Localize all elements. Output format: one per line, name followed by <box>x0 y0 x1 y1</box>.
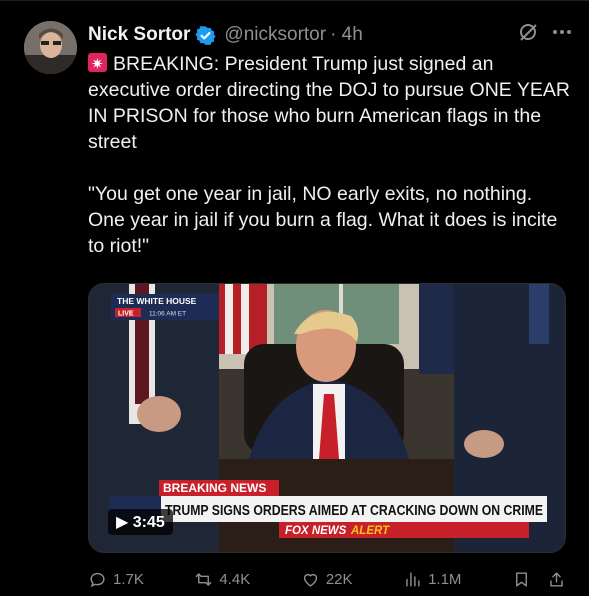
like-count: 22K <box>325 570 353 588</box>
views-count: 1.1M <box>428 570 462 588</box>
banner-alert: ALERT <box>350 525 390 537</box>
verified-icon <box>195 25 216 45</box>
reply-icon <box>90 572 105 587</box>
bookmark-icon <box>516 571 527 587</box>
repost-icon <box>196 572 212 586</box>
tweet-text: BREAKING: President Trump just signed an… <box>88 51 570 259</box>
bookmark-button[interactable] <box>512 570 531 589</box>
repost-count: 4.4K <box>219 570 251 588</box>
tweet-body: BREAKING: President Trump just signed an… <box>88 53 570 257</box>
repost-button[interactable]: 4.4K <box>194 570 250 589</box>
siren-icon <box>88 52 107 78</box>
views-icon <box>406 571 420 587</box>
author-name[interactable]: Nick Sortor <box>88 24 190 46</box>
play-icon: ▶ <box>116 514 133 531</box>
tweet-header: Nick Sortor @nicksortor · 4h <box>88 21 573 49</box>
banner-main: TRUMP SIGNS ORDERS AIMED AT CRACKING DOW… <box>165 503 543 519</box>
author-handle[interactable]: @nicksortor <box>224 24 326 46</box>
reply-count: 1.7K <box>113 570 144 588</box>
bug-time: 11:06 AM ET <box>149 311 186 318</box>
video-duration: ▶ 3:45 <box>108 509 173 535</box>
avatar[interactable] <box>24 21 77 74</box>
bug-live: LIVE <box>118 311 134 318</box>
share-icon <box>550 571 563 587</box>
tweet-card[interactable]: Nick Sortor @nicksortor · 4h BREAKING: P… <box>0 0 589 596</box>
grok-icon[interactable] <box>517 21 539 49</box>
bug-title: THE WHITE HOUSE <box>117 296 197 306</box>
more-icon[interactable] <box>551 21 573 49</box>
share-button[interactable] <box>547 570 566 589</box>
timestamp[interactable]: · 4h <box>330 24 363 46</box>
like-icon <box>303 573 317 587</box>
reply-button[interactable]: 1.7K <box>88 570 144 589</box>
banner-brand: FOX NEWS <box>285 525 347 537</box>
banner-top: BREAKING NEWS <box>163 481 266 495</box>
action-bar: 1.7K 4.4K 22K 1.1M <box>88 567 566 591</box>
like-button[interactable]: 22K <box>301 570 353 589</box>
views-button[interactable]: 1.1M <box>403 570 461 589</box>
